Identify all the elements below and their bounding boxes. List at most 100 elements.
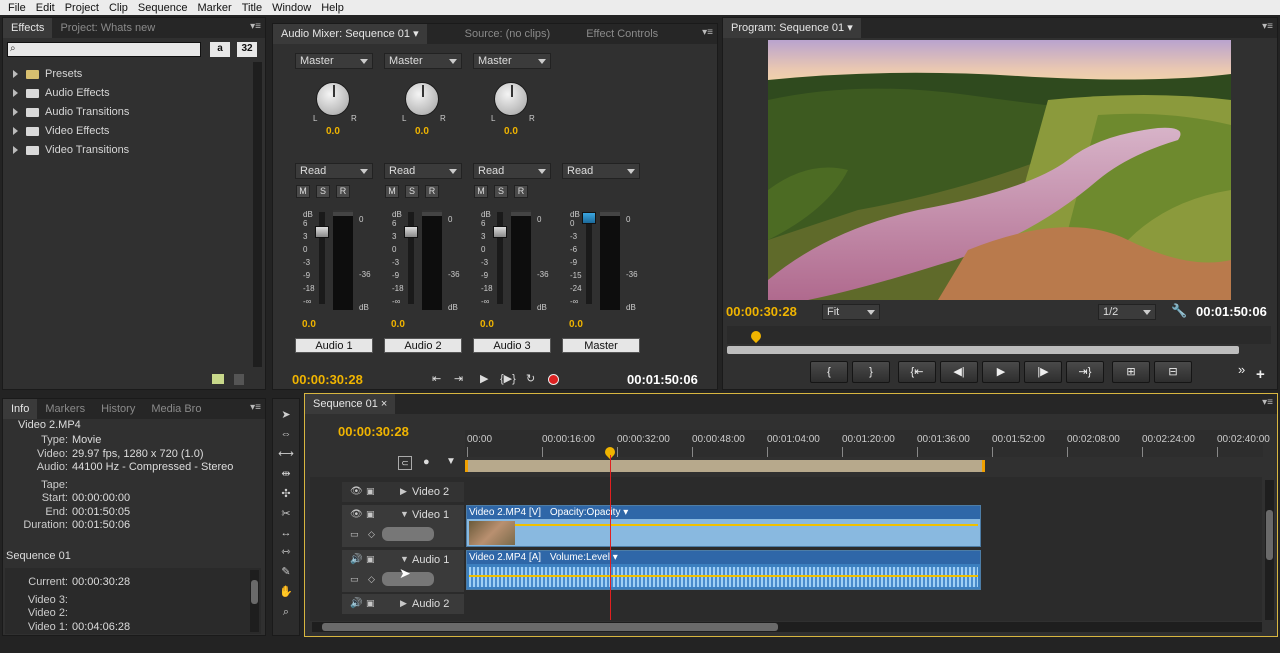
zoom-dropdown[interactable]: Fit [822, 304, 880, 320]
sync-icon[interactable]: ▣ [366, 554, 375, 565]
tree-item-video-effects[interactable]: Video Effects [13, 122, 109, 140]
new-bin-icon[interactable] [212, 374, 224, 384]
step-forward-button[interactable]: |▶ [1024, 361, 1062, 383]
chevron-down-icon[interactable]: ▾ [620, 507, 628, 518]
slide-tool-icon[interactable]: ⇿ [277, 544, 295, 560]
opacity-line[interactable] [515, 524, 978, 526]
32bit-effects-button[interactable]: 32 [237, 42, 257, 57]
expand-icon[interactable]: ▼ [400, 554, 409, 564]
automation-mode-dropdown[interactable]: Read [384, 163, 462, 179]
play-in-out-icon[interactable]: {▶} [500, 372, 516, 385]
tree-item-audio-transitions[interactable]: Audio Transitions [13, 103, 129, 121]
selection-tool-icon[interactable]: ➤ [277, 407, 295, 423]
goto-in-button[interactable]: {⇤ [898, 361, 936, 383]
pan-value[interactable]: 0.0 [415, 126, 429, 137]
tab-program[interactable]: Program: Sequence 01 ▾ [723, 18, 861, 38]
panel-menu-icon[interactable]: ▾≡ [250, 402, 261, 413]
tab-menu-icon[interactable]: ▾ [413, 28, 419, 40]
panel-menu-icon[interactable]: ▾≡ [1262, 397, 1273, 408]
menu-edit[interactable]: Edit [36, 2, 55, 14]
mute-button[interactable]: M [296, 185, 310, 198]
volume-value[interactable]: 0.0 [302, 319, 316, 330]
volume-fader-handle[interactable] [315, 226, 329, 238]
tab-source[interactable]: Source: (no clips) [457, 24, 559, 44]
close-icon[interactable]: × [381, 398, 387, 410]
step-back-button[interactable]: ◀| [940, 361, 978, 383]
menu-sequence[interactable]: Sequence [138, 2, 188, 14]
hand-tool-icon[interactable]: ✋ [277, 584, 295, 600]
set-encore-marker-icon[interactable]: ● [423, 456, 430, 468]
program-zoom-bar[interactable] [727, 346, 1239, 354]
volume-fader-handle[interactable] [404, 226, 418, 238]
display-style-icon[interactable]: ▭ [350, 529, 359, 540]
menu-window[interactable]: Window [272, 2, 311, 14]
pan-knob[interactable] [494, 82, 528, 116]
automation-mode-dropdown[interactable]: Read [562, 163, 640, 179]
mark-out-button[interactable]: } [852, 361, 890, 383]
tab-media-browser[interactable]: Media Bro [143, 399, 209, 419]
program-time-ruler[interactable] [727, 326, 1271, 344]
audio-clip[interactable]: Video 2.MP4 [A] Volume:Level ▾ [466, 550, 981, 590]
volume-fader-track[interactable] [586, 212, 592, 304]
tab-project[interactable]: Project: Whats new [52, 18, 163, 38]
record-button[interactable]: R [425, 185, 439, 198]
pen-tool-icon[interactable]: ✎ [277, 564, 295, 580]
pan-value[interactable]: 0.0 [504, 126, 518, 137]
track-video1-header[interactable]: 👁 ▣ ▼ Video 1 ▭ ◇ [342, 505, 464, 547]
play-button[interactable]: ▶ [982, 361, 1020, 383]
expand-icon[interactable] [13, 108, 18, 116]
expand-icon[interactable] [13, 70, 18, 78]
delete-icon[interactable] [234, 374, 244, 385]
solo-button[interactable]: S [316, 185, 330, 198]
mixer-current-time[interactable]: 00:00:30:28 [292, 372, 363, 387]
timeline-h-scrollbar[interactable] [312, 622, 1262, 632]
volume-line[interactable] [469, 575, 978, 577]
chevron-down-icon[interactable]: ▾ [610, 552, 618, 563]
timeline-playhead-line[interactable] [610, 455, 611, 620]
volume-value[interactable]: 0.0 [569, 319, 583, 330]
output-dropdown[interactable]: Master [473, 53, 551, 69]
tab-sequence[interactable]: Sequence 01 × [305, 394, 396, 414]
mute-button[interactable]: M [474, 185, 488, 198]
menu-clip[interactable]: Clip [109, 2, 128, 14]
expand-icon[interactable] [13, 146, 18, 154]
menu-marker[interactable]: Marker [197, 2, 231, 14]
timeline-v-scrollbar[interactable] [1265, 480, 1274, 620]
expand-icon[interactable] [13, 127, 18, 135]
tree-item-audio-effects[interactable]: Audio Effects [13, 84, 110, 102]
panel-menu-icon[interactable]: ▾≡ [250, 21, 261, 32]
eye-icon[interactable]: 👁 [350, 509, 363, 520]
settings-wrench-icon[interactable]: 🔧 [1171, 303, 1187, 319]
extract-button[interactable]: ⊟ [1154, 361, 1192, 383]
sync-icon[interactable]: ▣ [366, 598, 375, 609]
volume-value[interactable]: 0.0 [391, 319, 405, 330]
volume-fader-handle[interactable] [493, 226, 507, 238]
volume-fader-handle[interactable] [582, 212, 596, 224]
scroll-thumb[interactable] [322, 623, 778, 631]
tab-effects[interactable]: Effects [3, 18, 53, 38]
tree-item-video-transitions[interactable]: Video Transitions [13, 141, 129, 159]
menu-title[interactable]: Title [242, 2, 262, 14]
panel-menu-icon[interactable]: ▾≡ [1262, 21, 1273, 32]
track-select-tool-icon[interactable]: ⇔ [277, 426, 295, 442]
info-scrollbar[interactable] [250, 570, 259, 632]
effects-search-input[interactable]: ⌕ [7, 42, 201, 57]
keyframe-nav[interactable] [382, 527, 434, 541]
solo-button[interactable]: S [405, 185, 419, 198]
goto-out-icon[interactable]: ⇥ [454, 372, 463, 385]
lift-button[interactable]: ⊞ [1112, 361, 1150, 383]
play-icon[interactable]: ▶ [480, 372, 488, 385]
zoom-tool-icon[interactable]: ⌕ [277, 604, 295, 620]
solo-button[interactable]: S [494, 185, 508, 198]
tree-item-presets[interactable]: Presets [13, 65, 82, 83]
collapse-icon[interactable]: ▶ [400, 598, 407, 609]
volume-value[interactable]: 0.0 [480, 319, 494, 330]
keyframe-icon[interactable]: ◇ [368, 529, 375, 540]
display-style-icon[interactable]: ▭ [350, 574, 359, 585]
rolling-edit-tool-icon[interactable]: ⇹ [277, 466, 295, 482]
tab-effect-controls[interactable]: Effect Controls [578, 24, 666, 44]
tab-info[interactable]: Info [3, 399, 38, 419]
goto-in-icon[interactable]: ⇤ [432, 372, 441, 385]
mute-button[interactable]: M [385, 185, 399, 198]
automation-mode-dropdown[interactable]: Read [295, 163, 373, 179]
